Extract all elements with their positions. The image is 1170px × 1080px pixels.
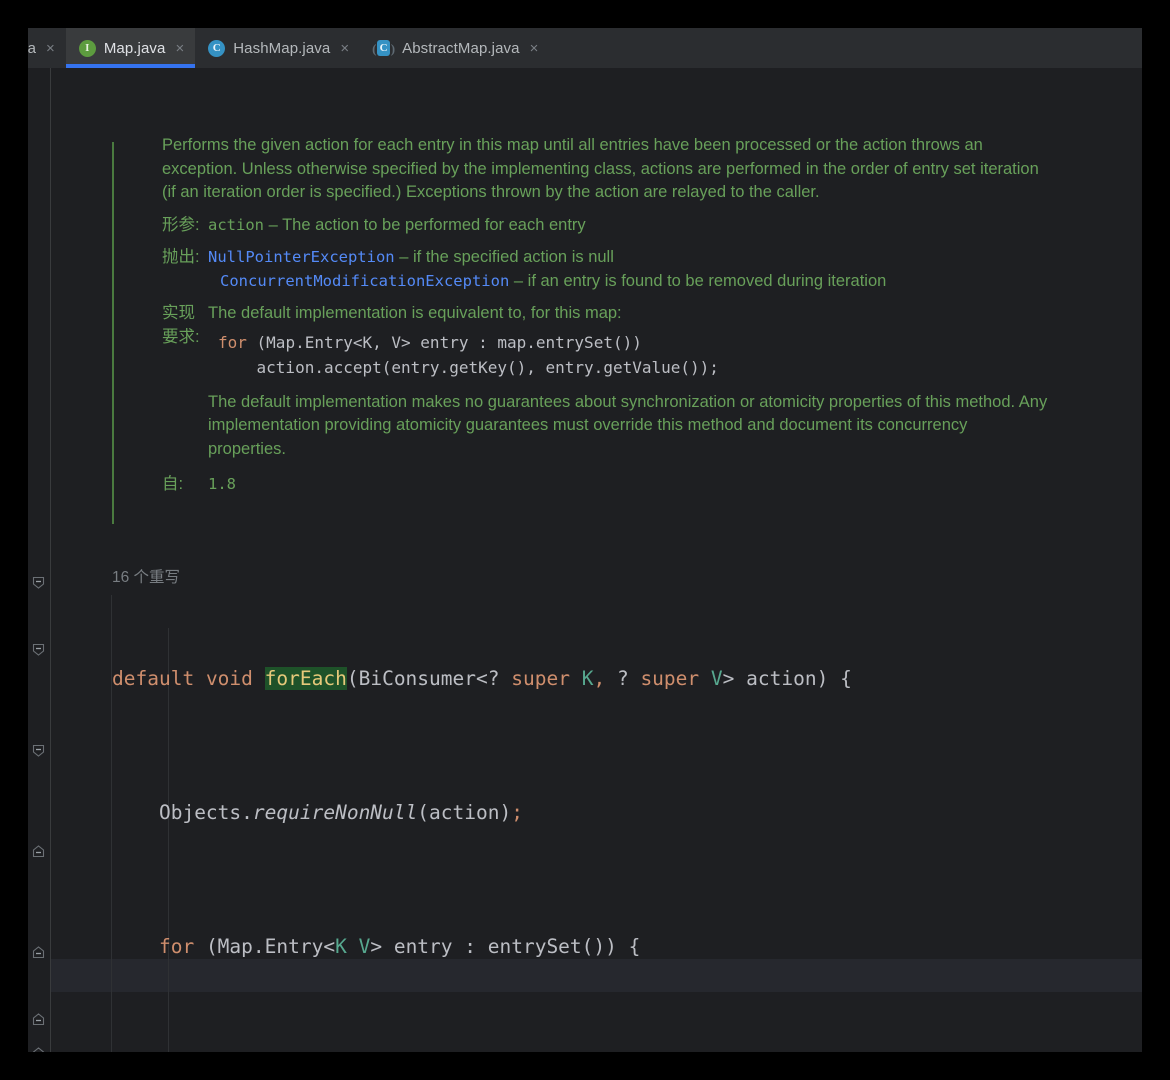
javadoc-impl-tag: 实现 要求: (162, 302, 208, 461)
close-icon[interactable]: × (530, 41, 539, 56)
throws-entry: ConcurrentModificationException – if an … (220, 270, 1032, 294)
param-name: action (746, 667, 816, 690)
ide-editor-window: va × I Map.java × C HashMap.java × ( C )… (28, 28, 1142, 1052)
impl-code-rest: (Map.Entry<K, V> entry : map.entrySet())… (218, 333, 719, 377)
interface-icon: I (79, 40, 96, 57)
for-head: (Map.Entry< (194, 935, 335, 958)
comma: , (593, 667, 605, 690)
javadoc-comment-block: Performs the given action for each entry… (112, 134, 1032, 497)
fold-expand-icon[interactable] (31, 1012, 46, 1027)
close-icon[interactable]: × (340, 41, 349, 56)
close-icon[interactable]: × (46, 41, 55, 56)
javadoc-impl-row: 实现 要求: The default implementation is equ… (162, 302, 1032, 461)
tab-label: AbstractMap.java (402, 40, 519, 57)
impl-note: The default implementation makes no guar… (208, 391, 1048, 462)
editor-tab-map-java[interactable]: I Map.java × (66, 28, 195, 68)
throws-entry: NullPointerException – if the specified … (208, 246, 1032, 270)
editor-tab-bar: va × I Map.java × C HashMap.java × ( C )… (28, 28, 1142, 68)
fold-collapse-icon[interactable] (31, 743, 46, 758)
javadoc-params-row: 形参: action – The action to be performed … (162, 214, 1032, 238)
source-code[interactable]: default void forEach(BiConsumer<? super … (112, 595, 910, 1052)
gutter-divider (50, 68, 51, 1052)
javadoc-since-value: 1.8 (208, 473, 1032, 497)
javadoc-left-bar (112, 142, 114, 524)
exception-link[interactable]: NullPointerException (208, 248, 395, 266)
javadoc-summary: Performs the given action for each entry… (162, 134, 1042, 205)
type-param-v: V (711, 667, 723, 690)
tab-label: va (28, 40, 36, 57)
keyword-default: default (112, 667, 194, 690)
overrides-inlay-hint[interactable]: 16 个重写 (112, 565, 180, 587)
editor-tab-abstractmap-java[interactable]: ( C ) AbstractMap.java × (360, 28, 549, 68)
keyword-for: for (218, 333, 247, 352)
keyword-for: for (159, 935, 194, 958)
class-icon: C (208, 40, 225, 57)
impl-code-sample: for (Map.Entry<K, V> entry : map.entrySe… (218, 330, 1048, 380)
dash: – (269, 216, 278, 234)
signature-tail: ) { (817, 667, 852, 690)
fold-expand-icon[interactable] (31, 844, 46, 859)
javadoc-since-row: 自: 1.8 (162, 473, 1032, 497)
code-line-for: for (Map.Entry<K V> entry : entrySet()) … (112, 930, 910, 964)
close-icon[interactable]: × (175, 41, 184, 56)
editor-tab-truncated[interactable]: va × (28, 28, 66, 68)
fold-collapse-icon[interactable] (31, 642, 46, 657)
exception-link[interactable]: ConcurrentModificationException (220, 272, 509, 290)
javadoc-throws-row: 抛出: NullPointerException – if the specif… (162, 246, 1032, 293)
code-line-signature: default void forEach(BiConsumer<? super … (112, 662, 910, 696)
code-line-requirenonnull: Objects.requireNonNull(action); (112, 796, 910, 830)
wildcard: ? (617, 667, 629, 690)
type-param-k: K (335, 935, 347, 958)
objects-ref: Objects (159, 801, 241, 824)
for-tail: > entry : entrySet()) { (370, 935, 640, 958)
keyword-super: super (511, 667, 570, 690)
impl-intro: The default implementation is equivalent… (208, 302, 1048, 326)
fold-expand-icon[interactable] (31, 945, 46, 960)
javadoc-params-tag: 形参: (162, 214, 208, 238)
angle-close: > (723, 667, 735, 690)
tab-label: HashMap.java (233, 40, 330, 57)
javadoc-params-body: action – The action to be performed for … (208, 214, 1032, 238)
javadoc-impl-body: The default implementation is equivalent… (208, 302, 1048, 461)
keyword-void: void (206, 667, 253, 690)
bracket-left: ( (372, 41, 376, 57)
fold-collapse-icon[interactable] (31, 575, 46, 590)
paren-open: ( (347, 667, 359, 690)
javadoc-throws-tag: 抛出: (162, 246, 208, 293)
code-editor[interactable]: Performs the given action for each entry… (28, 68, 1142, 1052)
param-name: action (208, 216, 264, 234)
arg-action: (action) (417, 801, 511, 824)
dash: – (514, 272, 523, 290)
bracket-right: ) (391, 41, 395, 57)
dash: – (399, 248, 408, 266)
method-requirenonnull: requireNonNull (253, 801, 417, 824)
fold-expand-icon[interactable] (31, 1046, 46, 1052)
throws-desc: if an entry is found to be removed durin… (528, 272, 887, 290)
javadoc-since-tag: 自: (162, 473, 208, 497)
method-name-highlighted: forEach (265, 667, 347, 690)
dot: . (241, 801, 253, 824)
tab-label: Map.java (104, 40, 166, 57)
keyword-super: super (640, 667, 699, 690)
param-type: BiConsumer<? (359, 667, 500, 690)
type-param-v: V (359, 935, 371, 958)
editor-gutter[interactable] (28, 68, 51, 1052)
editor-tab-hashmap-java[interactable]: C HashMap.java × (195, 28, 360, 68)
abstract-class-icon: ( C ) (373, 40, 394, 57)
throws-desc: if the specified action is null (413, 248, 614, 266)
javadoc-throws-body: NullPointerException – if the specified … (208, 246, 1032, 293)
param-desc: The action to be performed for each entr… (282, 216, 586, 234)
type-param-k: K (582, 667, 594, 690)
semicolon: ; (511, 801, 523, 824)
